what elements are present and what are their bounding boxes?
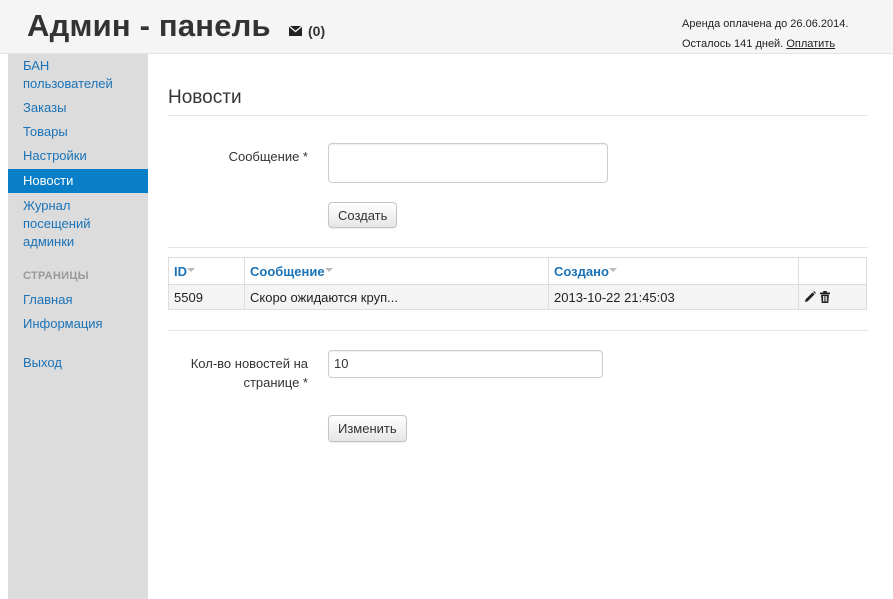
divider — [168, 115, 868, 116]
cell-id: 5509 — [168, 284, 245, 310]
sidebar-item-info[interactable]: Информация — [8, 315, 148, 333]
cell-created: 2013-10-22 21:45:03 — [548, 284, 799, 310]
message-textarea[interactable] — [328, 143, 608, 183]
pay-link[interactable]: Оплатить — [786, 38, 835, 50]
divider — [168, 247, 868, 248]
column-header-created[interactable]: Создано — [548, 257, 799, 285]
cell-actions — [798, 284, 867, 310]
pencil-icon[interactable] — [804, 291, 816, 303]
divider — [168, 330, 868, 331]
trash-icon[interactable] — [819, 291, 831, 303]
sidebar-item-admin-log[interactable]: Журнал посещений админки — [8, 197, 111, 251]
column-header-label: Создано — [554, 263, 609, 279]
brand-title[interactable]: Админ - панель — [27, 8, 271, 44]
sort-icon — [187, 267, 195, 272]
messages-link[interactable]: (0) — [289, 23, 325, 39]
news-table: ID Сообщение Создано 5509 Скоро ожидаютс… — [168, 257, 867, 310]
sidebar-nav: БАН пользователей Заказы Товары Настройк… — [8, 57, 148, 372]
days-left: Осталось 141 дней. — [682, 38, 784, 50]
column-header-label: Сообщение — [250, 263, 325, 279]
per-page-label: Кол-во новостей на странице * — [178, 354, 308, 392]
page-title: Новости — [168, 87, 242, 108]
sidebar-item-orders[interactable]: Заказы — [8, 99, 148, 117]
table-row: 5509 Скоро ожидаются круп... 2013-10-22 … — [168, 284, 867, 310]
sidebar-section-pages: СТРАНИЦЫ — [23, 270, 89, 282]
sidebar-item-news[interactable]: Новости — [8, 169, 148, 193]
rent-info: Аренда оплачена до 26.06.2014. Осталось … — [682, 14, 848, 54]
per-page-label-line1: Кол-во новостей на — [190, 356, 308, 371]
sort-icon — [608, 267, 617, 272]
per-page-label-line2: странице * — [243, 375, 308, 390]
sidebar-item-ban-users[interactable]: БАН пользователей — [8, 57, 131, 93]
sidebar-item-products[interactable]: Товары — [8, 123, 148, 141]
sidebar: БАН пользователей Заказы Товары Настройк… — [8, 54, 148, 599]
messages-count: (0) — [308, 23, 326, 39]
column-header-label: ID — [174, 263, 187, 279]
header: Админ - панель (0) Аренда оплачена до 26… — [0, 0, 893, 54]
create-button[interactable]: Создать — [328, 202, 398, 228]
column-header-message[interactable]: Сообщение — [244, 257, 549, 285]
cell-message: Скоро ожидаются круп... — [244, 284, 549, 310]
column-header-id[interactable]: ID — [168, 257, 245, 285]
rent-paid-until: Аренда оплачена до 26.06.2014. — [682, 18, 849, 30]
per-page-input[interactable]: 10 — [328, 350, 603, 378]
message-label: Сообщение * — [228, 149, 308, 164]
envelope-icon — [289, 26, 302, 36]
sidebar-item-home[interactable]: Главная — [8, 291, 148, 309]
table-header-row: ID Сообщение Создано — [168, 257, 867, 285]
column-header-actions — [798, 257, 867, 285]
sidebar-item-logout[interactable]: Выход — [8, 354, 148, 372]
sidebar-item-settings[interactable]: Настройки — [8, 147, 148, 165]
update-button[interactable]: Изменить — [328, 415, 407, 442]
sort-icon — [324, 267, 333, 272]
